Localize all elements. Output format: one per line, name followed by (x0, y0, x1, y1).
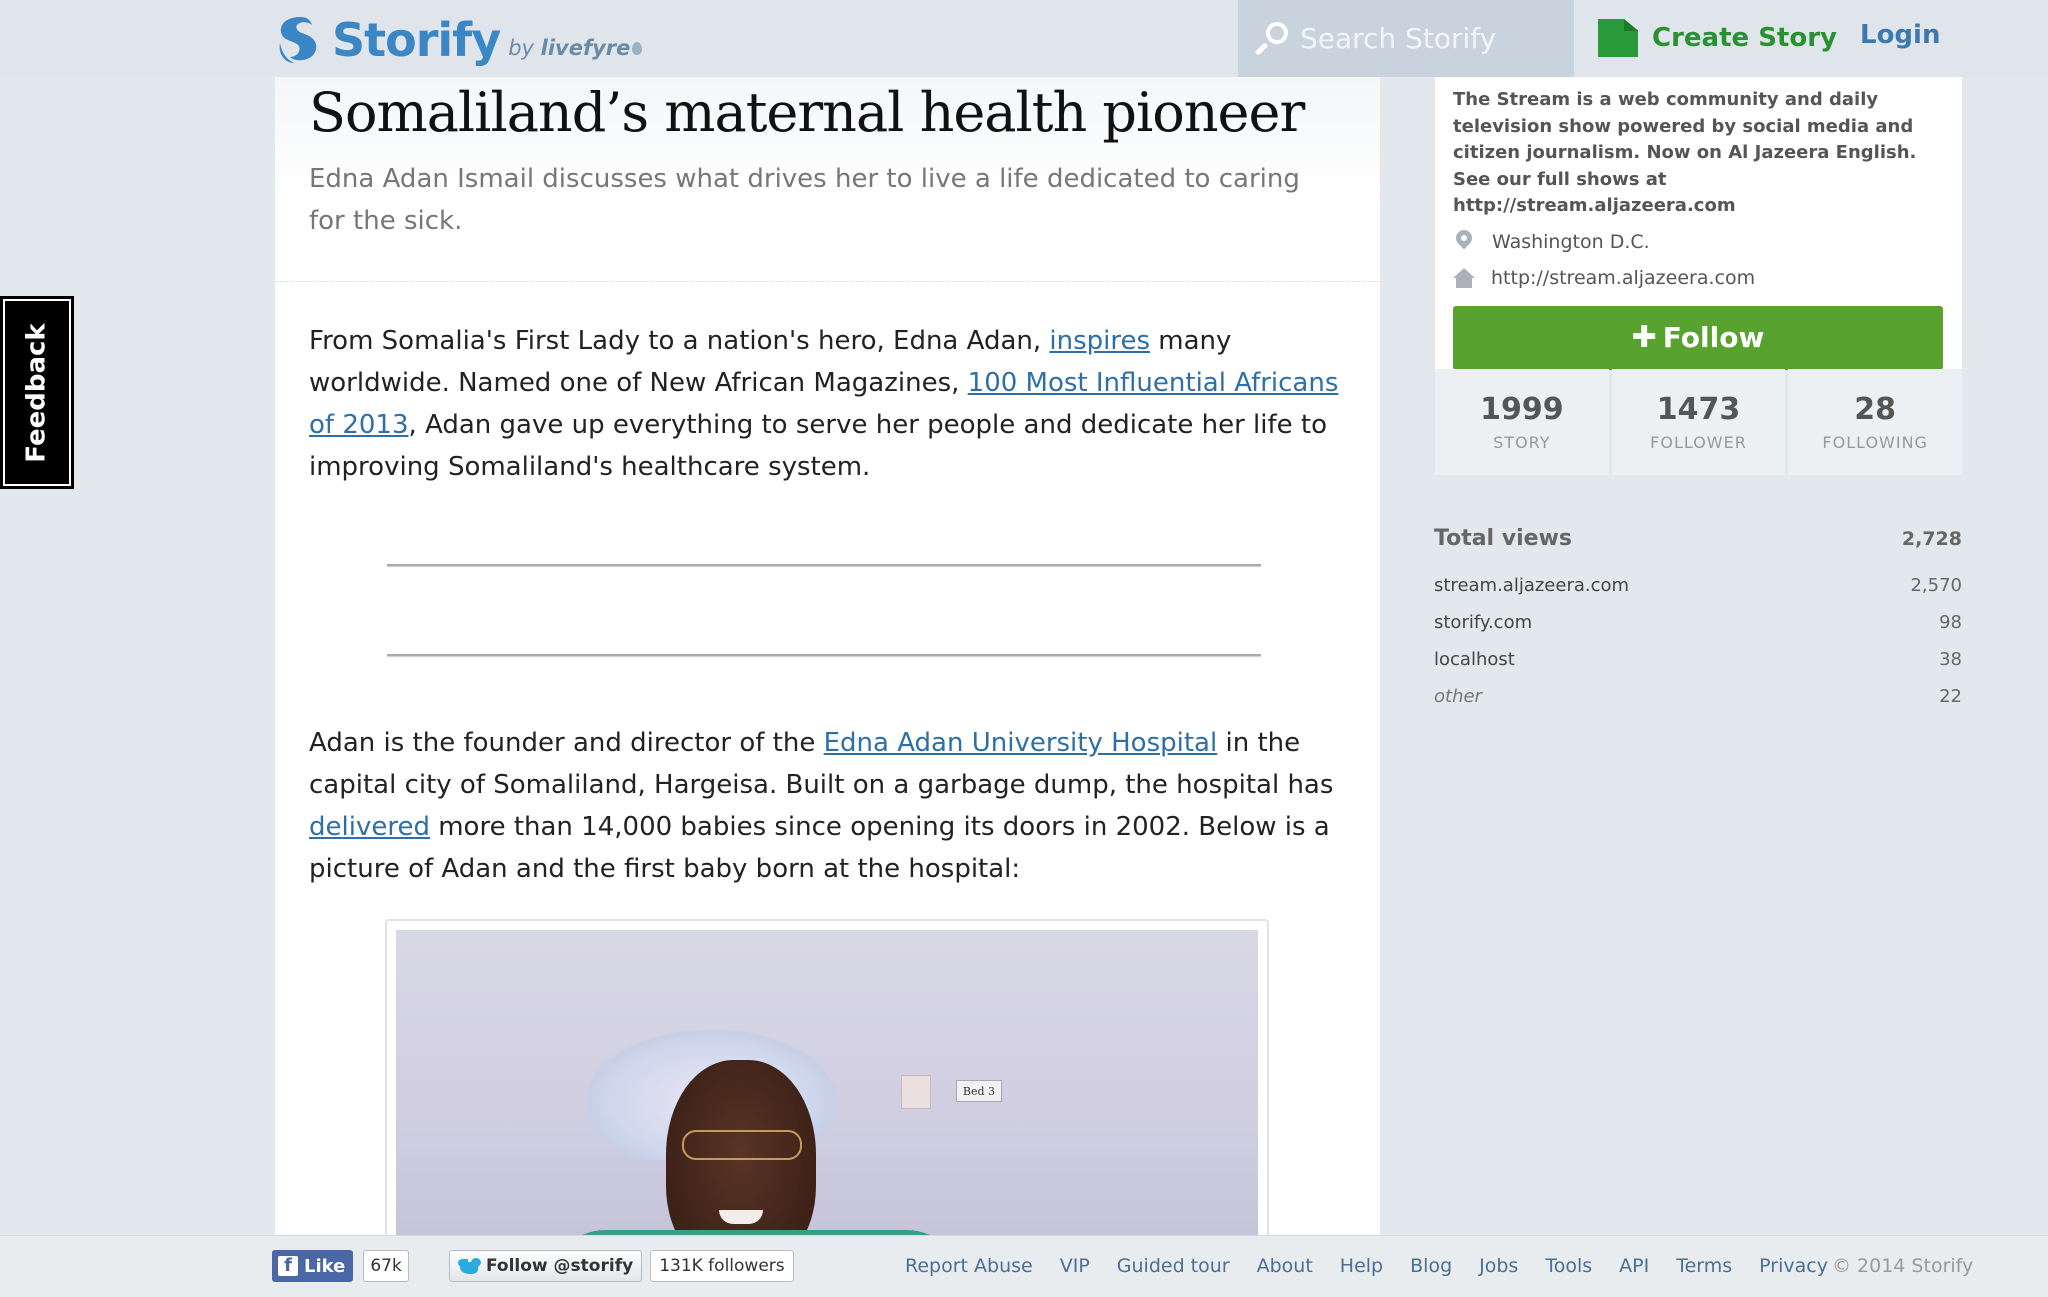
photo-wall-note (901, 1075, 931, 1109)
embedded-media-placeholder (387, 564, 1261, 656)
story-title: Somaliland’s maternal health pioneer (309, 81, 1305, 144)
footer-links: Report Abuse VIP Guided tour About Help … (905, 1255, 1855, 1277)
stat-following[interactable]: 28 FOLLOWING (1788, 369, 1963, 475)
logo-byline: by livefyre (508, 36, 643, 60)
follow-label: Follow (1662, 321, 1765, 354)
plus-icon: ✚ (1631, 320, 1657, 355)
views-header: Total views 2,728 (1434, 526, 1962, 551)
paragraph-text: , Adan gave up everything to serve her p… (309, 410, 1328, 482)
views-title: Total views (1434, 526, 1572, 551)
stat-stories[interactable]: 1999 STORY (1435, 369, 1609, 475)
story-column: Somaliland’s maternal health pioneer Edn… (275, 77, 1380, 1235)
profile-stats: 1999 STORY 1473 FOLLOWER 28 FOLLOWING (1435, 369, 1963, 475)
views-source: storify.com (1434, 612, 1533, 633)
feedback-tab[interactable]: Feedback (0, 296, 74, 489)
byline-brand: livefyre (540, 36, 631, 60)
footer-link-about[interactable]: About (1257, 1255, 1313, 1277)
footer-link-report-abuse[interactable]: Report Abuse (905, 1255, 1033, 1277)
create-story-button[interactable]: Create Story (1598, 18, 1837, 58)
profile-description: The Stream is a web community and daily … (1453, 89, 1917, 216)
footer-link-api[interactable]: API (1619, 1255, 1649, 1277)
follow-button[interactable]: ✚ Follow (1453, 305, 1943, 370)
views-total: 2,728 (1901, 528, 1962, 550)
twitter-bird-icon (458, 1256, 482, 1276)
views-count: 2,570 (1910, 575, 1962, 596)
footer: f Like 67k Follow @storify 131K follower… (0, 1235, 2048, 1297)
twitter-follow-button[interactable]: Follow @storify (449, 1250, 643, 1282)
location-text: Washington D.C. (1492, 230, 1650, 253)
stat-number: 28 (1854, 392, 1897, 427)
footer-link-jobs[interactable]: Jobs (1479, 1255, 1518, 1277)
story-header: Somaliland’s maternal health pioneer Edn… (275, 77, 1380, 282)
delivered-link[interactable]: delivered (309, 812, 430, 842)
hospital-link[interactable]: Edna Adan University Hospital (824, 728, 1218, 758)
facebook-like-count: 67k (363, 1250, 409, 1282)
footer-link-privacy[interactable]: Privacy (1759, 1255, 1828, 1277)
footer-link-terms[interactable]: Terms (1676, 1255, 1732, 1277)
story-paragraph-1: From Somalia's First Lady to a nation's … (275, 320, 1380, 488)
footer-copyright: © 2014 Storify (1832, 1255, 1974, 1277)
logo-wordmark: Storify (332, 13, 501, 67)
stat-number: 1473 (1656, 392, 1741, 427)
footer-link-blog[interactable]: Blog (1410, 1255, 1452, 1277)
footer-link-help[interactable]: Help (1340, 1255, 1383, 1277)
photo-glasses (682, 1130, 802, 1160)
inspires-link[interactable]: inspires (1049, 326, 1150, 356)
website-link[interactable]: http://stream.aljazeera.com (1491, 267, 1755, 289)
story-image-card[interactable]: Bed 3 (385, 919, 1269, 1235)
stat-followers[interactable]: 1473 FOLLOWER (1611, 369, 1786, 475)
search-bar[interactable] (1238, 0, 1574, 77)
storify-logo-icon (279, 17, 317, 63)
views-count: 22 (1939, 686, 1962, 707)
search-icon[interactable] (1254, 21, 1290, 56)
views-row: stream.aljazeera.com 2,570 (1434, 575, 1962, 598)
twitter-follow-widget: Follow @storify 131K followers (449, 1250, 794, 1282)
location-pin-icon (1456, 230, 1472, 254)
create-story-label: Create Story (1652, 23, 1837, 53)
views-source: stream.aljazeera.com (1434, 575, 1630, 596)
facebook-icon: f (278, 1255, 298, 1276)
divider (387, 654, 1261, 656)
twitter-follower-count: 131K followers (650, 1250, 794, 1282)
facebook-like-button[interactable]: f Like (272, 1250, 354, 1282)
footer-link-guided-tour[interactable]: Guided tour (1117, 1255, 1230, 1277)
photo-bed-sign: Bed 3 (956, 1080, 1002, 1102)
byline-prefix: by (508, 36, 534, 60)
livefyre-drop-icon (632, 42, 643, 55)
profile-location: Washington D.C. (1453, 228, 1944, 256)
views-row: storify.com 98 (1434, 612, 1962, 635)
login-link[interactable]: Login (1860, 20, 1940, 50)
twitter-follow-label: Follow @storify (486, 1256, 634, 1276)
views-row: localhost 38 (1434, 649, 1962, 672)
paragraph-text: Adan is the founder and director of the (309, 728, 824, 758)
story-paragraph-2: Adan is the founder and director of the … (275, 722, 1380, 890)
stat-number: 1999 (1480, 392, 1564, 427)
story-photo[interactable]: Bed 3 (396, 930, 1258, 1235)
facebook-like-label: Like (304, 1255, 346, 1277)
footer-link-tools[interactable]: Tools (1545, 1255, 1592, 1277)
divider (387, 564, 1261, 566)
views-count: 98 (1939, 612, 1962, 633)
facebook-like-widget: f Like 67k (272, 1250, 409, 1282)
total-views-panel: Total views 2,728 stream.aljazeera.com 2… (1434, 526, 1962, 709)
stat-label: FOLLOWER (1650, 433, 1747, 452)
profile-card: The Stream is a web community and daily … (1435, 77, 1962, 370)
feedback-label: Feedback (22, 322, 53, 463)
views-row: other 22 (1434, 686, 1962, 709)
profile-website[interactable]: http://stream.aljazeera.com (1453, 264, 1944, 292)
stat-label: FOLLOWING (1822, 433, 1928, 452)
views-count: 38 (1939, 649, 1962, 670)
views-source: other (1434, 686, 1482, 707)
footer-link-vip[interactable]: VIP (1060, 1255, 1090, 1277)
storify-logo[interactable]: Storify by livefyre (270, 12, 643, 68)
story-subtitle: Edna Adan Ismail discusses what drives h… (309, 164, 1300, 236)
views-source: localhost (1434, 649, 1515, 670)
paragraph-text: more than 14,000 babies since opening it… (309, 812, 1330, 884)
search-input[interactable] (1300, 22, 1560, 55)
top-navigation-bar: Storify by livefyre Create Story Login (0, 0, 2048, 77)
home-icon (1453, 267, 1475, 288)
document-icon (1598, 19, 1638, 57)
paragraph-text: From Somalia's First Lady to a nation's … (309, 326, 1050, 356)
stat-label: STORY (1493, 433, 1551, 452)
